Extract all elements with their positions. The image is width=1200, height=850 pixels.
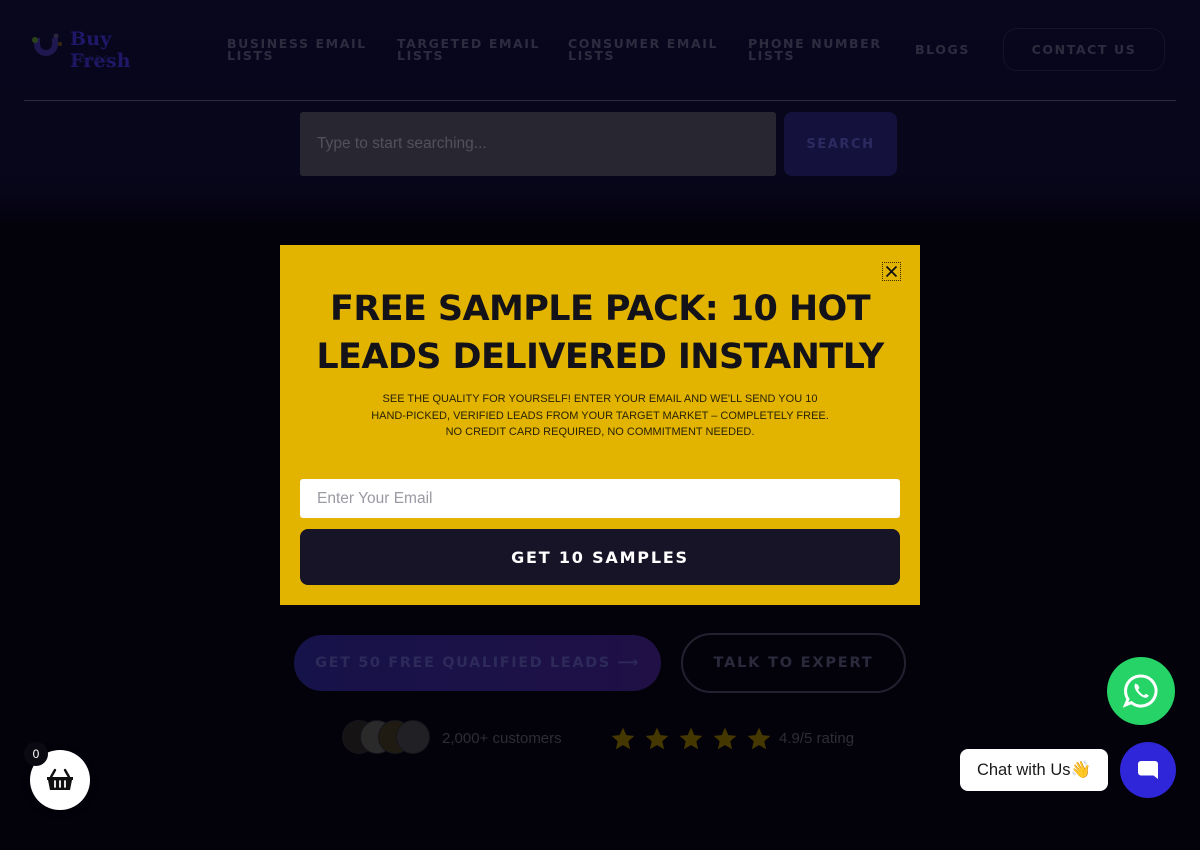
chat-with-us-bubble[interactable]: Chat with Us👋 bbox=[960, 749, 1108, 791]
popup-title-line: FREE SAMPLE PACK: 10 HOT bbox=[330, 289, 871, 329]
get-samples-button[interactable]: GET 10 SAMPLES bbox=[300, 529, 900, 585]
popup-close-button[interactable] bbox=[882, 262, 901, 281]
cart-count-badge: 0 bbox=[24, 742, 48, 766]
chat-button[interactable] bbox=[1120, 742, 1176, 798]
popup-title-line: LEADS DELIVERED INSTANTLY bbox=[316, 337, 884, 377]
basket-icon bbox=[47, 768, 73, 790]
popup-title: FREE SAMPLE PACK: 10 HOT LEADS DELIVERED… bbox=[300, 285, 900, 381]
whatsapp-button[interactable] bbox=[1107, 657, 1175, 725]
close-icon bbox=[885, 265, 898, 278]
popup-desc-line: SEE THE QUALITY FOR YOURSELF! ENTER YOUR… bbox=[382, 393, 818, 405]
popup-description: SEE THE QUALITY FOR YOURSELF! ENTER YOUR… bbox=[320, 391, 880, 441]
chat-icon bbox=[1138, 761, 1158, 779]
email-field[interactable]: Enter Your Email bbox=[300, 479, 900, 518]
popup-desc-line: NO CREDIT CARD REQUIRED, NO COMMITMENT N… bbox=[445, 426, 755, 438]
whatsapp-icon bbox=[1122, 674, 1158, 708]
popup-desc-line: HAND-PICKED, VERIFIED LEADS FROM YOUR TA… bbox=[371, 409, 829, 422]
